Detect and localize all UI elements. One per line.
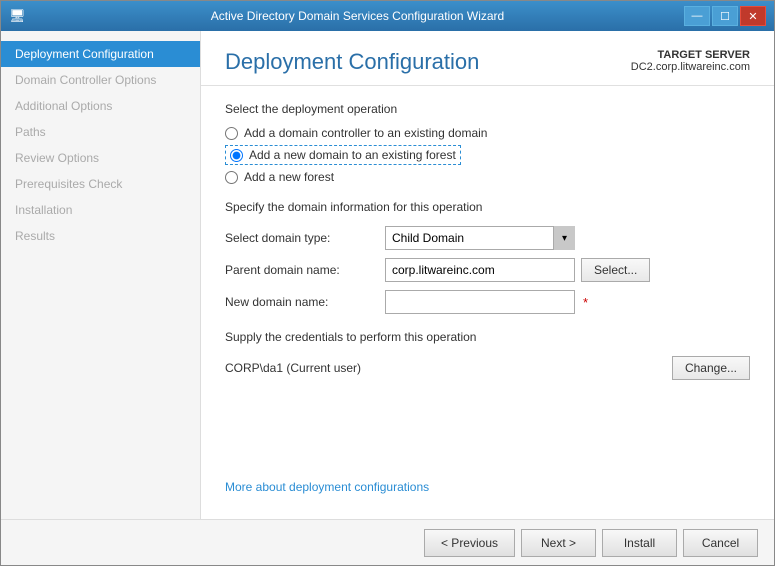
new-domain-row: New domain name: * <box>225 290 750 314</box>
sidebar-item-deployment-configuration[interactable]: Deployment Configuration <box>1 41 200 67</box>
credentials-user-row: CORP\da1 (Current user) Change... <box>225 356 750 380</box>
domain-type-select[interactable]: Child Domain Tree Domain <box>385 226 575 250</box>
next-button[interactable]: Next > <box>521 529 596 557</box>
radio-add-new-domain-label[interactable]: Add a new domain to an existing forest <box>249 148 456 162</box>
target-server-label: TARGET SERVER <box>631 49 750 61</box>
credentials-user-text: CORP\da1 (Current user) <box>225 361 361 375</box>
minimize-button[interactable]: — <box>684 6 710 26</box>
parent-domain-label: Parent domain name: <box>225 263 385 277</box>
main-content: Select the deployment operation Add a do… <box>201 86 774 519</box>
new-domain-control: * <box>385 290 750 314</box>
previous-button[interactable]: < Previous <box>424 529 515 557</box>
domain-type-control: Child Domain Tree Domain ▾ <box>385 226 750 250</box>
radio-add-new-forest: Add a new forest <box>225 170 750 184</box>
deployment-op-label: Select the deployment operation <box>225 102 750 116</box>
sidebar-item-review-options: Review Options <box>1 145 200 171</box>
required-star: * <box>583 295 588 310</box>
credentials-change-button[interactable]: Change... <box>672 356 750 380</box>
window-controls: — ☐ ✕ <box>684 6 766 26</box>
radio-add-dc: Add a domain controller to an existing d… <box>225 126 750 140</box>
title-bar: 🖥 Active Directory Domain Services Confi… <box>1 1 774 31</box>
radio-add-new-domain: Add a new domain to an existing forest <box>225 145 750 165</box>
parent-domain-row: Parent domain name: Select... <box>225 258 750 282</box>
radio-add-dc-input[interactable] <box>225 127 238 140</box>
sidebar-item-additional-options: Additional Options <box>1 93 200 119</box>
more-link[interactable]: More about deployment configurations <box>225 480 429 494</box>
target-server-info: TARGET SERVER DC2.corp.litwareinc.com <box>631 49 750 73</box>
new-domain-input[interactable] <box>385 290 575 314</box>
domain-type-row: Select domain type: Child Domain Tree Do… <box>225 226 750 250</box>
main-panel: Deployment Configuration TARGET SERVER D… <box>201 31 774 519</box>
parent-domain-input[interactable] <box>385 258 575 282</box>
main-window: 🖥 Active Directory Domain Services Confi… <box>0 0 775 566</box>
radio-add-new-domain-input[interactable] <box>230 149 243 162</box>
window-title: Active Directory Domain Services Configu… <box>31 9 684 23</box>
radio-add-dc-label[interactable]: Add a domain controller to an existing d… <box>244 126 487 140</box>
deployment-radio-group: Add a domain controller to an existing d… <box>225 126 750 184</box>
domain-type-label: Select domain type: <box>225 231 385 245</box>
new-domain-label: New domain name: <box>225 295 385 309</box>
sidebar-item-prerequisites-check: Prerequisites Check <box>1 171 200 197</box>
maximize-button[interactable]: ☐ <box>712 6 738 26</box>
radio-add-new-domain-wrapper: Add a new domain to an existing forest <box>225 145 461 165</box>
close-button[interactable]: ✕ <box>740 6 766 26</box>
parent-domain-control: Select... <box>385 258 750 282</box>
parent-domain-select-button[interactable]: Select... <box>581 258 650 282</box>
domain-info-label: Specify the domain information for this … <box>225 200 750 214</box>
install-button[interactable]: Install <box>602 529 677 557</box>
app-icon: 🖥 <box>9 8 25 24</box>
sidebar-item-domain-controller-options: Domain Controller Options <box>1 67 200 93</box>
credentials-section: Supply the credentials to perform this o… <box>225 330 750 380</box>
radio-add-new-forest-input[interactable] <box>225 171 238 184</box>
content-area: Deployment Configuration Domain Controll… <box>1 31 774 519</box>
domain-type-select-wrapper: Child Domain Tree Domain ▾ <box>385 226 575 250</box>
sidebar-item-installation: Installation <box>1 197 200 223</box>
target-server-value: DC2.corp.litwareinc.com <box>631 61 750 73</box>
main-header: Deployment Configuration TARGET SERVER D… <box>201 31 774 86</box>
sidebar-item-results: Results <box>1 223 200 249</box>
page-title: Deployment Configuration <box>225 49 479 75</box>
credentials-label: Supply the credentials to perform this o… <box>225 330 750 344</box>
sidebar-item-paths: Paths <box>1 119 200 145</box>
cancel-button[interactable]: Cancel <box>683 529 758 557</box>
footer: < Previous Next > Install Cancel <box>1 519 774 565</box>
sidebar: Deployment Configuration Domain Controll… <box>1 31 201 519</box>
radio-add-new-forest-label[interactable]: Add a new forest <box>244 170 334 184</box>
